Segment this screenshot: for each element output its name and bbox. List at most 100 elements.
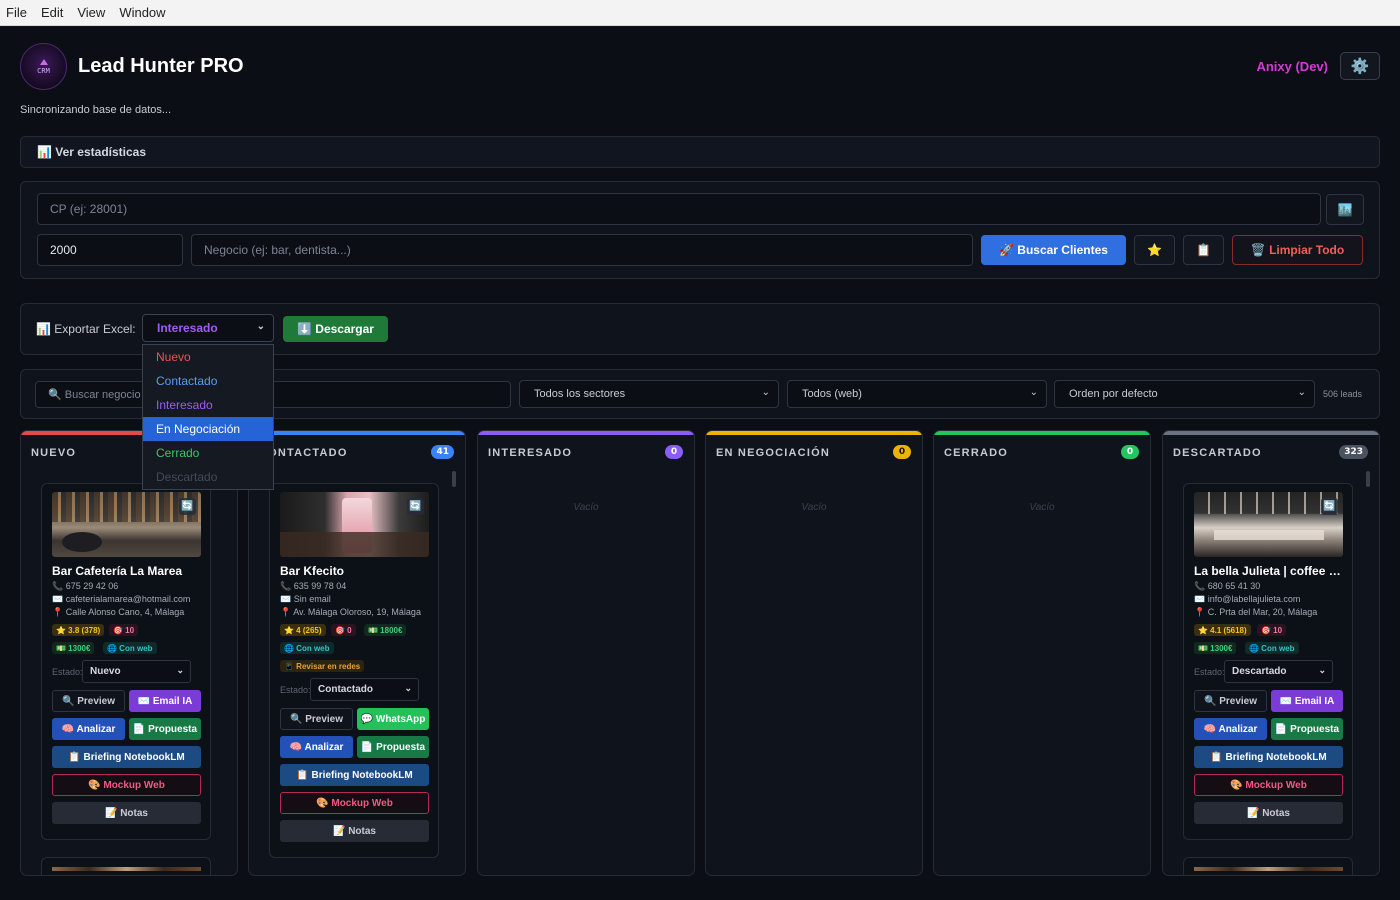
column-accent [478, 431, 694, 435]
dropdown-option-descartado[interactable]: Descartado [143, 465, 273, 489]
export-status-select[interactable]: Interesado ⌄ [142, 314, 274, 342]
lead-photo: 🔄 [1194, 492, 1343, 557]
web-filter-select[interactable]: Todos (web) ⌄ [787, 380, 1047, 408]
export-status-dropdown: Nuevo Contactado Interesado En Negociaci… [142, 344, 274, 490]
web-badge: 🌐 Con web [280, 642, 334, 654]
clipboard-icon: 📋 [1196, 243, 1211, 257]
review-badge: 📱 Revisar en redes [280, 660, 365, 672]
price-badge: 💵 1300€ [52, 642, 95, 654]
lead-card[interactable]: 🔄 Bar Kfecito 📞 635 99 78 04 ✉️ Sin emai… [269, 483, 439, 858]
proposal-button[interactable]: 📄 Propuesta [357, 736, 429, 758]
column-count-badge: 0 [665, 445, 683, 459]
search-clients-button[interactable]: 🚀 Buscar Clientes [981, 235, 1126, 265]
mockup-button[interactable]: 🎨 Mockup Web [1194, 774, 1343, 796]
postal-code-input[interactable]: CP (ej: 28001) [37, 193, 1321, 225]
web-badge: 🌐 Con web [103, 642, 157, 654]
star-icon: ⭐ [1147, 243, 1162, 257]
refresh-photo-icon[interactable]: 🔄 [407, 498, 424, 515]
menu-window[interactable]: Window [119, 5, 165, 20]
mockup-button[interactable]: 🎨 Mockup Web [280, 792, 429, 814]
chevron-down-icon: ⌄ [176, 665, 184, 675]
favorites-button[interactable]: ⭐ [1134, 235, 1175, 265]
state-select[interactable]: Contactado ⌄ [310, 678, 419, 701]
column-scrollbar[interactable] [1366, 471, 1370, 487]
radius-input[interactable]: 2000 [37, 234, 183, 266]
proposal-button[interactable]: 📄 Propuesta [1271, 718, 1343, 740]
dropdown-option-cerrado[interactable]: Cerrado [143, 441, 273, 465]
next-lead-card[interactable] [1183, 857, 1353, 875]
column-interesado: INTERESADO 0 Vacío [477, 430, 695, 876]
analyze-button[interactable]: 🧠 Analizar [280, 736, 353, 758]
notes-button[interactable]: 📝 Notas [52, 802, 201, 824]
chevron-down-icon: ⌄ [761, 387, 770, 398]
menu-file[interactable]: File [6, 5, 27, 20]
column-accent [249, 431, 465, 435]
next-lead-card[interactable] [41, 857, 211, 875]
settings-button[interactable]: ⚙️ [1340, 52, 1380, 80]
chevron-down-icon: ⌄ [1318, 665, 1326, 675]
sector-select[interactable]: Todos los sectores ⌄ [519, 380, 779, 408]
state-value: Nuevo [90, 666, 121, 677]
column-count-badge: 0 [893, 445, 911, 459]
preview-button[interactable]: 🔍 Preview [52, 690, 125, 712]
whatsapp-button[interactable]: 💬 WhatsApp [357, 708, 429, 730]
lead-card[interactable]: 🔄 La bella Julieta | coffee & more 📞 680… [1183, 483, 1353, 840]
lead-photo: 🔄 [280, 492, 429, 557]
proposal-button[interactable]: 📄 Propuesta [129, 718, 201, 740]
order-select[interactable]: Orden por defecto ⌄ [1054, 380, 1315, 408]
lead-name: Bar Kfecito [280, 564, 345, 578]
lead-address: 📍 C. Prta del Mar, 20, Málaga [1194, 607, 1318, 617]
column-scrollbar[interactable] [452, 471, 456, 487]
briefing-button[interactable]: 📋 Briefing NotebookLM [52, 746, 201, 768]
column-cerrado: CERRADO 0 Vacío [933, 430, 1151, 876]
menu-edit[interactable]: Edit [41, 5, 63, 20]
dropdown-option-interesado[interactable]: Interesado [143, 393, 273, 417]
logo-mark-icon [39, 58, 48, 65]
menu-view[interactable]: View [77, 5, 105, 20]
score-badge: 🎯 10 [1257, 624, 1287, 636]
state-select[interactable]: Descartado ⌄ [1224, 660, 1333, 683]
user-name[interactable]: Anixy (Dev) [1256, 59, 1328, 74]
column-nuevo: NUEVO 🔄 Bar Cafetería La Marea 📞 675 29 … [20, 430, 238, 876]
stats-toggle[interactable]: 📊 Ver estadísticas [20, 136, 1380, 168]
mockup-button[interactable]: 🎨 Mockup Web [52, 774, 201, 796]
leads-count: 506 leads [1323, 389, 1363, 399]
email-ai-button[interactable]: ✉️ Email IA [1271, 690, 1343, 712]
dropdown-option-contactado[interactable]: Contactado [143, 369, 273, 393]
refresh-photo-icon[interactable]: 🔄 [179, 498, 196, 515]
dropdown-option-negociacion[interactable]: En Negociación [143, 417, 273, 441]
city-button[interactable]: 🏙️ [1326, 194, 1364, 225]
state-select[interactable]: Nuevo ⌄ [82, 660, 191, 683]
column-negociacion: EN NEGOCIACIÓN 0 Vacío [705, 430, 923, 876]
briefing-button[interactable]: 📋 Briefing NotebookLM [1194, 746, 1343, 768]
preview-button[interactable]: 🔍 Preview [1194, 690, 1267, 712]
clear-all-button[interactable]: 🗑️ Limpiar Todo [1232, 235, 1363, 265]
price-badge: 💵 1300€ [1194, 642, 1237, 654]
refresh-photo-icon[interactable]: 🔄 [1321, 498, 1338, 515]
state-label: Estado: [1194, 667, 1225, 677]
sync-status: Sincronizando base de datos... [20, 104, 172, 116]
price-badge: 💵 1800€ [364, 624, 407, 636]
notes-button[interactable]: 📝 Notas [1194, 802, 1343, 824]
gear-icon: ⚙️ [1350, 57, 1370, 75]
analyze-button[interactable]: 🧠 Analizar [52, 718, 125, 740]
column-empty-text: Vacío [801, 502, 827, 513]
column-title: EN NEGOCIACIÓN [716, 447, 830, 459]
download-button[interactable]: ⬇️ Descargar [283, 316, 388, 342]
business-input[interactable]: Negocio (ej: bar, dentista...) [191, 234, 973, 266]
chevron-down-icon: ⌄ [404, 683, 412, 693]
lead-address: 📍 Av. Málaga Oloroso, 19, Málaga [280, 607, 421, 617]
email-ai-button[interactable]: ✉️ Email IA [129, 690, 201, 712]
state-value: Descartado [1232, 666, 1287, 677]
briefing-button[interactable]: 📋 Briefing NotebookLM [280, 764, 429, 786]
notes-button[interactable]: 📝 Notas [280, 820, 429, 842]
lead-card[interactable]: 🔄 Bar Cafetería La Marea 📞 675 29 42 06 … [41, 483, 211, 840]
lead-name: La bella Julieta | coffee & more [1194, 564, 1346, 578]
state-label: Estado: [52, 667, 83, 677]
dropdown-option-nuevo[interactable]: Nuevo [143, 345, 273, 369]
analyze-button[interactable]: 🧠 Analizar [1194, 718, 1267, 740]
score-badge: 🎯 0 [331, 624, 356, 636]
clipboard-button[interactable]: 📋 [1183, 235, 1224, 265]
preview-button[interactable]: 🔍 Preview [280, 708, 353, 730]
logo-text: CRM [37, 66, 50, 75]
